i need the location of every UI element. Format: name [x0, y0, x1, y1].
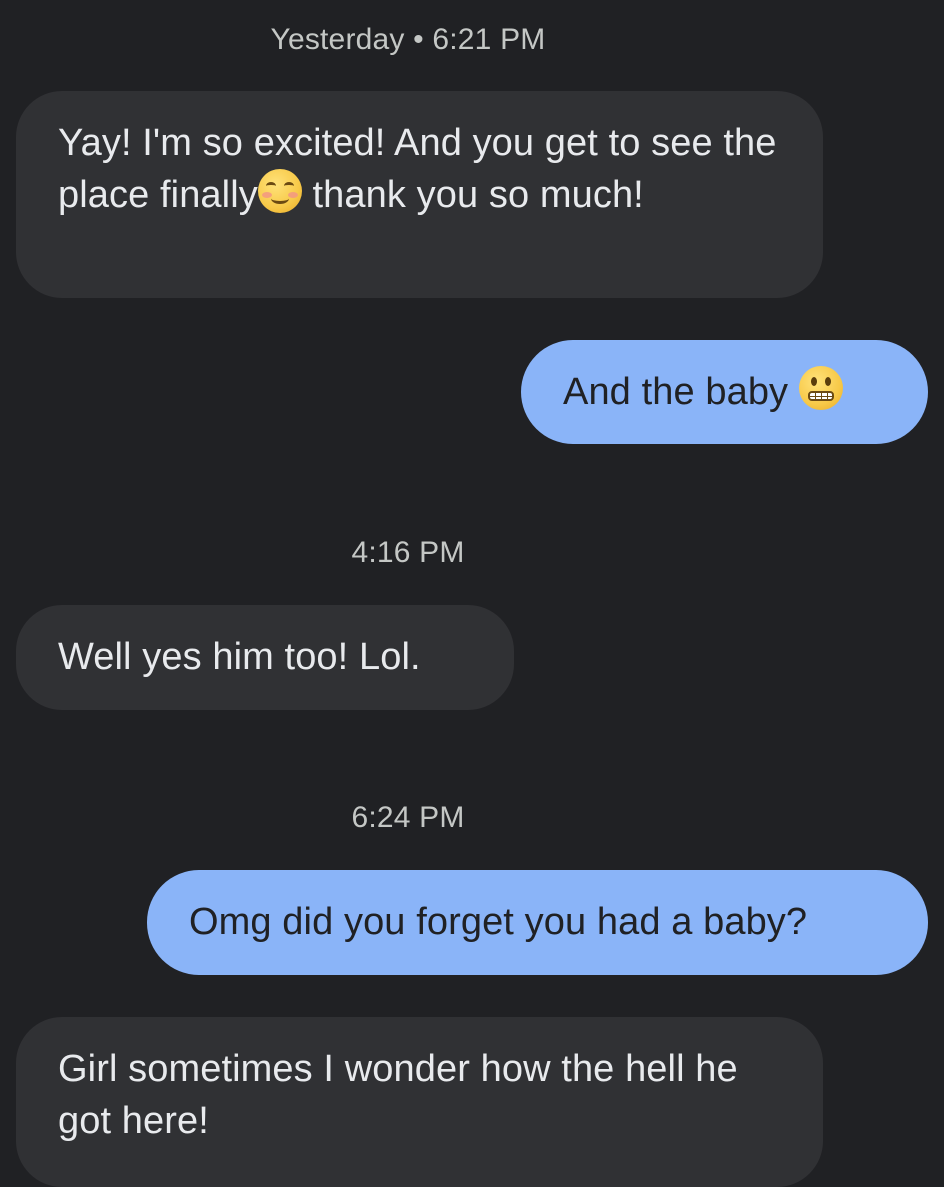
smiling-face-with-blush-emoji-icon [257, 169, 302, 213]
message-text: Girl sometimes I wonder how the hell he … [58, 1048, 738, 1142]
outgoing-message-bubble[interactable]: Omg did you forget you had a baby? [147, 870, 928, 975]
message-text: And the baby [563, 371, 799, 413]
grimacing-face-emoji-icon [798, 366, 843, 410]
message-text: thank you so much! [301, 174, 644, 216]
incoming-message-bubble[interactable]: Girl sometimes I wonder how the hell he … [16, 1017, 823, 1187]
incoming-message-bubble[interactable]: Well yes him too! Lol. [16, 605, 514, 710]
outgoing-message-bubble[interactable]: And the baby [521, 340, 928, 444]
message-text: Well yes him too! Lol. [58, 636, 421, 678]
message-text: Omg did you forget you had a baby? [189, 901, 808, 943]
timestamp-divider: 6:24 PM [351, 801, 465, 834]
timestamp-divider: Yesterday • 6:21 PM [270, 23, 546, 56]
incoming-message-bubble[interactable]: Yay! I'm so excited! And you get to see … [16, 91, 823, 298]
timestamp-divider: 4:16 PM [351, 536, 465, 569]
